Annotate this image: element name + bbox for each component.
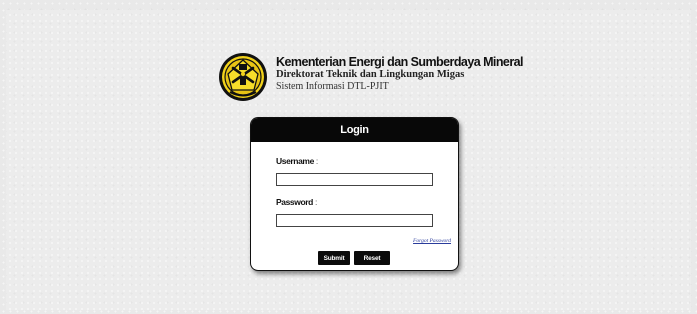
system-name: Sistem Informasi DTL-PJIT: [276, 81, 389, 92]
username-label-colon: :: [315, 156, 318, 166]
password-label: Password :: [276, 197, 317, 207]
login-panel-title: Login: [251, 118, 458, 142]
username-label-text: Username: [276, 156, 314, 166]
ministry-title: Kementerian Energi dan Sumberdaya Minera…: [276, 55, 524, 69]
ministry-emblem-icon: [218, 52, 268, 102]
forgot-password-link[interactable]: Forgot Password: [413, 238, 451, 244]
reset-button[interactable]: Reset: [354, 251, 390, 265]
submit-button[interactable]: Submit: [318, 251, 350, 265]
password-label-text: Password: [276, 197, 313, 207]
login-panel: Login Username : Password : Forgot Passw…: [250, 117, 459, 271]
username-input[interactable]: [276, 173, 433, 186]
password-label-colon: :: [314, 197, 317, 207]
username-label: Username :: [276, 156, 318, 166]
password-input[interactable]: [276, 214, 433, 227]
site-header: Kementerian Energi dan Sumberdaya Minera…: [218, 52, 524, 102]
directorate-subtitle: Direktorat Teknik dan Lingkungan Migas: [276, 69, 465, 80]
